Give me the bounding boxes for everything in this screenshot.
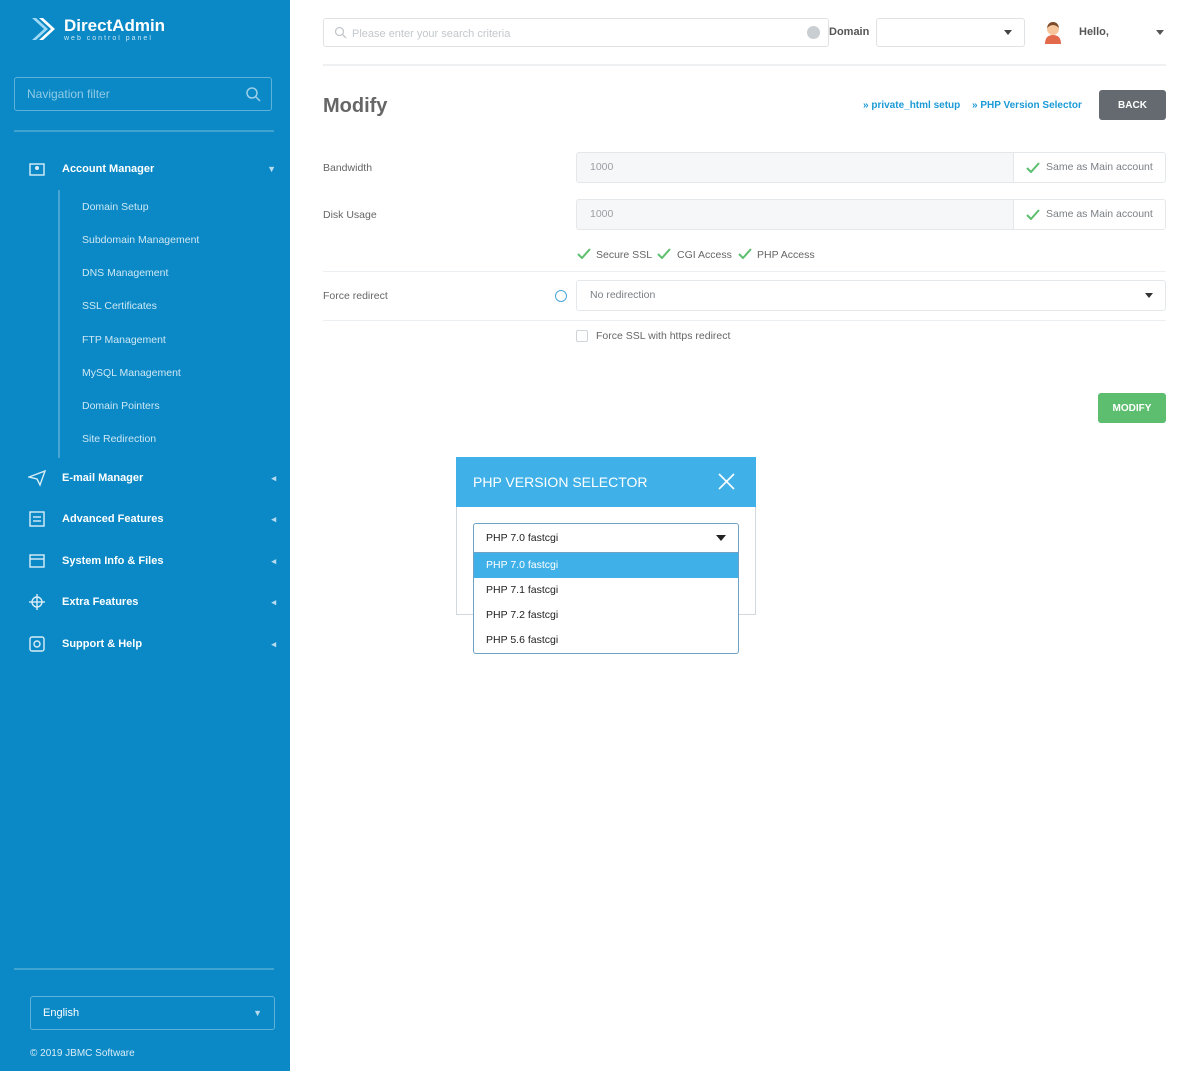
- nav-email-manager-label: E-mail Manager: [62, 472, 144, 484]
- nav-email-manager[interactable]: E-mail Manager ◂: [28, 469, 278, 487]
- php-version-option[interactable]: PHP 5.6 fastcgi: [474, 628, 738, 653]
- back-button[interactable]: BACK: [1099, 90, 1166, 120]
- brand[interactable]: DirectAdmin web control panel: [30, 14, 165, 44]
- sidebar-divider: [14, 130, 274, 132]
- disk-same-as-main[interactable]: Same as Main account: [1013, 199, 1166, 230]
- checkmark-icon: [1026, 162, 1040, 173]
- nav-domain-pointers[interactable]: Domain Pointers: [82, 400, 160, 412]
- php-version-dropdown: PHP 7.0 fastcgi PHP 7.1 fastcgi PHP 7.2 …: [473, 553, 739, 654]
- brand-name: DirectAdmin: [64, 15, 166, 35]
- nav-extra-features[interactable]: Extra Features ◂: [28, 593, 278, 611]
- user-avatar-icon[interactable]: [1042, 20, 1064, 44]
- chevron-left-icon: ◂: [271, 472, 276, 483]
- caret-down-icon: [1004, 30, 1012, 35]
- nav-extra-features-label: Extra Features: [62, 596, 139, 608]
- php-version-option[interactable]: PHP 7.0 fastcgi: [474, 553, 738, 578]
- nav-ftp-management[interactable]: FTP Management: [82, 334, 166, 346]
- brand-tagline: web control panel: [64, 34, 153, 42]
- bandwidth-same-as-main[interactable]: Same as Main account: [1013, 152, 1166, 183]
- force-ssl-label[interactable]: Force SSL with https redirect: [596, 330, 730, 342]
- bandwidth-label: Bandwidth: [323, 162, 373, 174]
- disk-same-label: Same as Main account: [1046, 208, 1153, 220]
- modal-title: PHP VERSION SELECTOR: [473, 474, 648, 490]
- php-version-selected: PHP 7.0 fastcgi: [486, 532, 559, 544]
- nav-support-help-label: Support & Help: [62, 638, 143, 650]
- paper-plane-icon: [28, 469, 46, 487]
- chevron-down-icon: ▼: [253, 1008, 262, 1018]
- row-divider: [323, 320, 1166, 321]
- language-value: English: [43, 1007, 80, 1019]
- system-info-icon: [29, 554, 45, 568]
- caret-down-icon: [1145, 293, 1153, 298]
- disk-usage-label: Disk Usage: [323, 209, 377, 221]
- directadmin-logo-icon: [32, 18, 55, 40]
- account-manager-icon: [29, 163, 45, 176]
- copyright: © 2019 JBMC Software: [30, 1048, 135, 1059]
- force-redirect-label: Force redirect: [323, 290, 388, 302]
- sidebar: DirectAdmin web control panel Account Ma…: [0, 0, 290, 1071]
- php-version-select[interactable]: PHP 7.0 fastcgi: [473, 523, 739, 553]
- bandwidth-same-label: Same as Main account: [1046, 161, 1153, 173]
- search-icon: [334, 26, 347, 39]
- nav-dns-management[interactable]: DNS Management: [82, 267, 168, 279]
- nav-subdomain-management[interactable]: Subdomain Management: [82, 234, 199, 246]
- caret-down-icon: [716, 535, 726, 541]
- navigation-filter: [14, 77, 272, 111]
- force-ssl-checkbox[interactable]: [576, 330, 588, 342]
- php-version-option[interactable]: PHP 7.2 fastcgi: [474, 603, 738, 628]
- cgi-access-option[interactable]: CGI Access: [677, 249, 732, 261]
- nav-ssl-certificates[interactable]: SSL Certificates: [82, 300, 157, 312]
- chevron-left-icon: ◂: [271, 596, 276, 607]
- nav-system-info[interactable]: System Info & Files ◂: [28, 552, 278, 570]
- clear-search-icon[interactable]: [807, 26, 820, 39]
- sidebar-divider: [14, 968, 274, 970]
- page-title: Modify: [323, 95, 388, 117]
- info-icon[interactable]: [555, 290, 567, 302]
- nav-account-manager-label: Account Manager: [62, 163, 155, 175]
- nav-system-info-label: System Info & Files: [62, 555, 164, 567]
- global-search: [323, 18, 829, 48]
- php-version-option[interactable]: PHP 7.1 fastcgi: [474, 578, 738, 603]
- chevron-down-icon: ▼: [267, 164, 276, 174]
- php-version-selector-link[interactable]: » PHP Version Selector: [972, 100, 1082, 111]
- checkmark-icon[interactable]: [738, 248, 752, 259]
- secure-ssl-option[interactable]: Secure SSL: [596, 249, 652, 261]
- user-greeting[interactable]: Hello,: [1079, 26, 1109, 38]
- close-icon[interactable]: [718, 473, 735, 490]
- private-html-setup-link[interactable]: » private_html setup: [863, 100, 960, 111]
- bandwidth-input[interactable]: 1000: [576, 152, 1014, 183]
- language-select[interactable]: English ▼: [30, 996, 275, 1030]
- force-redirect-value: No redirection: [590, 289, 656, 301]
- extra-features-icon: [29, 594, 45, 610]
- nav-advanced-features[interactable]: Advanced Features ◂: [28, 510, 278, 528]
- search-icon[interactable]: [245, 86, 261, 102]
- global-search-input[interactable]: [324, 19, 814, 48]
- nav-mysql-management[interactable]: MySQL Management: [82, 367, 181, 379]
- php-access-option[interactable]: PHP Access: [757, 249, 815, 261]
- nav-site-redirection[interactable]: Site Redirection: [82, 433, 156, 445]
- support-help-icon: [29, 636, 45, 652]
- submenu-rail: [58, 190, 60, 458]
- nav-advanced-features-label: Advanced Features: [62, 513, 164, 525]
- domain-label: Domain: [829, 26, 870, 38]
- modal-header: PHP VERSION SELECTOR: [456, 457, 756, 507]
- nav-domain-setup[interactable]: Domain Setup: [82, 201, 149, 213]
- navigation-filter-input[interactable]: [15, 78, 249, 110]
- row-divider: [323, 271, 1166, 272]
- nav-support-help[interactable]: Support & Help ◂: [28, 635, 278, 653]
- chevron-left-icon: ◂: [271, 513, 276, 524]
- chevron-left-icon: ◂: [271, 555, 276, 566]
- checkmark-icon: [1026, 209, 1040, 220]
- nav-account-manager[interactable]: Account Manager ▼: [28, 160, 278, 178]
- advanced-features-icon: [29, 511, 45, 527]
- chevron-left-icon: ◂: [271, 638, 276, 649]
- force-redirect-select[interactable]: No redirection: [576, 280, 1166, 311]
- modify-button[interactable]: MODIFY: [1098, 393, 1166, 423]
- caret-down-icon[interactable]: [1156, 30, 1164, 35]
- domain-select[interactable]: [876, 18, 1025, 47]
- checkmark-icon[interactable]: [657, 248, 671, 259]
- checkmark-icon[interactable]: [577, 248, 591, 259]
- disk-usage-input[interactable]: 1000: [576, 199, 1014, 230]
- topbar-divider: [323, 64, 1166, 66]
